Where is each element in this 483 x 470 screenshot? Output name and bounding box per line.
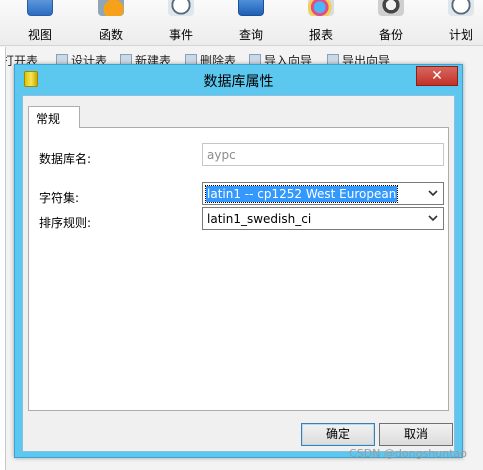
dialog-titlebar[interactable]: 数据库属性 ✕ [15,65,462,95]
toolbar-schedule-button[interactable]: 计划 [431,0,483,46]
general-tab-panel: 数据库名: aypc 字符集: latin1 -- cp1252 West Eu… [28,127,449,411]
toolbar-event-label: 事件 [168,28,193,42]
toolbar-function-button[interactable]: 函数 [81,0,141,46]
app-window: 视图 函数 事件 查询 报表 备份 计划 打开表 设计表 新建表 删除表 导入向… [0,0,483,470]
event-icon [168,0,194,16]
left-panel-edge [0,47,6,470]
toolbar-query-label: 查询 [238,28,263,42]
charset-label: 字符集: [39,191,80,205]
toolbar-backup-label: 备份 [378,28,403,42]
function-icon [98,0,124,16]
report-icon [308,0,334,16]
dialog-client-area: 常规 数据库名: aypc 字符集: latin1 -- cp1252 West… [22,95,455,452]
dialog-title: 数据库属性 [203,74,274,90]
toolbar-view-button[interactable]: 视图 [10,0,70,46]
charset-select[interactable]: latin1 -- cp1252 West European [202,182,444,205]
chevron-down-icon [428,215,438,222]
chevron-down-icon [428,190,438,197]
collation-label: 排序规则: [39,216,92,230]
backup-icon [378,0,404,16]
query-icon [238,0,264,16]
tab-general[interactable]: 常规 [28,106,80,128]
view-icon [27,0,53,16]
main-toolbar: 视图 函数 事件 查询 报表 备份 计划 [0,0,483,46]
schedule-icon [448,0,474,16]
charset-value: latin1 -- cp1252 West European [204,185,399,203]
cancel-button[interactable]: 取消 [379,423,453,446]
database-name-label: 数据库名: [39,152,92,166]
collation-value: latin1_swedish_ci [207,212,312,226]
close-button[interactable]: ✕ [416,66,458,86]
database-properties-dialog: 数据库属性 ✕ 常规 数据库名: aypc 字符集: latin1 -- cp1… [14,64,463,458]
collation-select[interactable]: latin1_swedish_ci [202,207,444,230]
toolbar-function-label: 函数 [98,28,123,42]
toolbar-backup-button[interactable]: 备份 [361,0,421,46]
toolbar-schedule-label: 计划 [448,28,473,42]
watermark-text: CSDN @dongshuntao [349,447,467,460]
toolbar-report-button[interactable]: 报表 [291,0,351,46]
toolbar-event-button[interactable]: 事件 [151,0,211,46]
toolbar-view-label: 视图 [27,28,52,42]
ok-button[interactable]: 确定 [301,423,375,446]
toolbar-report-label: 报表 [308,28,333,42]
toolbar-query-button[interactable]: 查询 [221,0,281,46]
database-name-field[interactable]: aypc [202,143,444,166]
